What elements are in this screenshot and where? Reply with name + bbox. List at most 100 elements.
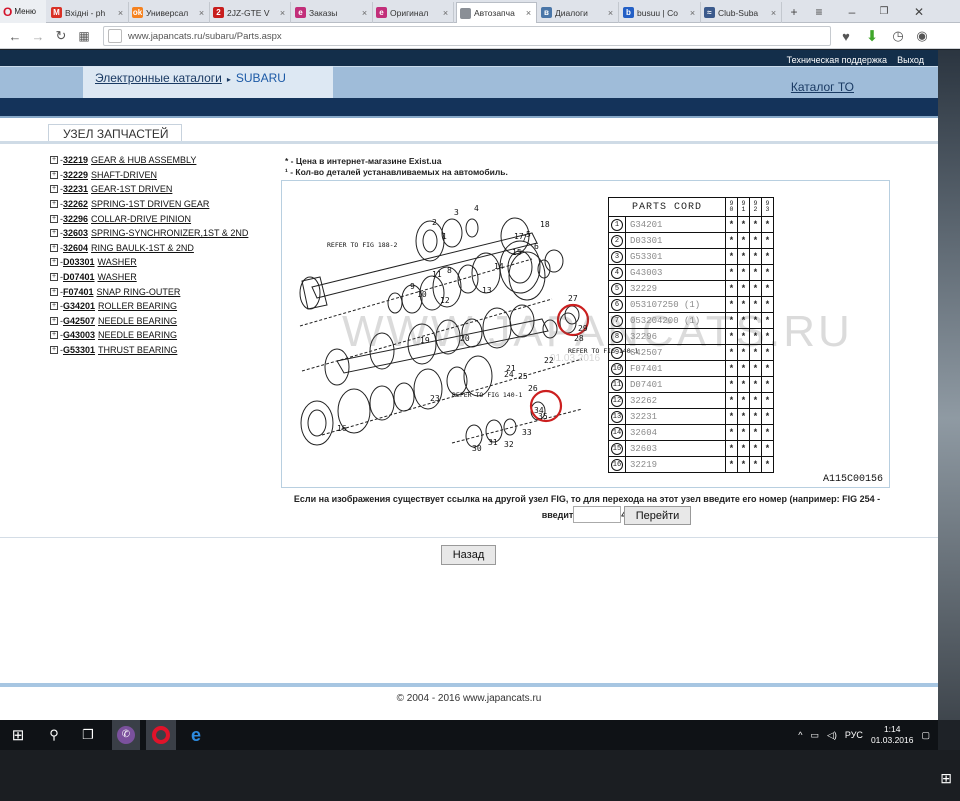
parts-tree-item[interactable]: + -32296 COLLAR-DRIVE PINION <box>50 211 280 226</box>
site-info-icon[interactable] <box>108 29 122 43</box>
close-window-icon[interactable]: ✕ <box>902 0 936 23</box>
parts-tree-item[interactable]: + -32604 RING BAULK-1ST & 2ND <box>50 241 280 256</box>
part-name-link[interactable]: THRUST BEARING <box>98 345 177 355</box>
viber-icon[interactable]: ✆ <box>112 720 140 750</box>
close-tab-icon[interactable]: × <box>524 8 533 18</box>
tab-menu-icon[interactable]: ≡ <box>808 0 830 23</box>
part-name-link[interactable]: SHAFT-DRIVEN <box>91 170 157 180</box>
parts-tree-item[interactable]: + -32262 SPRING-1ST DRIVEN GEAR <box>50 197 280 212</box>
language-indicator[interactable]: РУС <box>845 730 863 740</box>
part-name-link[interactable]: COLLAR-DRIVE PINION <box>91 214 191 224</box>
clock[interactable]: 1:14 01.03.2016 <box>871 724 914 746</box>
parts-tree-item[interactable]: + - D03301 WASHER <box>50 255 280 270</box>
tray-expand-icon[interactable]: ^ <box>798 730 802 740</box>
opera-menu-button[interactable]: O Меню <box>0 0 46 23</box>
account-icon[interactable]: ◉ <box>912 26 932 46</box>
part-code-link[interactable]: 32229 <box>63 170 88 180</box>
browser-tab[interactable]: e Оригинал × <box>373 2 454 23</box>
task-view-icon[interactable]: ❐ <box>74 720 102 750</box>
part-code-link[interactable]: 32262 <box>63 199 88 209</box>
part-code-link[interactable]: 32296 <box>63 214 88 224</box>
browser-tab[interactable]: M Вхідні - ph × <box>48 2 129 23</box>
part-name-link[interactable]: WASHER <box>98 257 137 267</box>
part-name-link[interactable]: NEEDLE BEARING <box>98 316 177 326</box>
part-name-link[interactable]: SPRING-SYNCHRONIZER,1ST & 2ND <box>91 228 248 238</box>
parts-tree-item[interactable]: + - G42507 NEEDLE BEARING <box>50 314 280 329</box>
expand-plus-icon[interactable]: + <box>50 185 58 194</box>
expand-plus-icon[interactable]: + <box>50 200 58 209</box>
parts-tree-item[interactable]: + - G43003 NEEDLE BEARING <box>50 328 280 343</box>
close-tab-icon[interactable]: × <box>606 8 615 18</box>
expand-plus-icon[interactable]: + <box>50 156 58 165</box>
expand-plus-icon[interactable]: + <box>50 258 58 267</box>
browser-tab[interactable]: ≈ Club-Suba × <box>701 2 782 23</box>
bookmark-heart-icon[interactable]: ♥ <box>836 26 856 46</box>
expand-plus-icon[interactable]: + <box>50 287 58 296</box>
close-tab-icon[interactable]: × <box>360 8 369 18</box>
part-name-link[interactable]: RING BAULK-1ST & 2ND <box>91 243 194 253</box>
volume-icon[interactable]: ◁) <box>827 730 837 741</box>
maintenance-catalog-link[interactable]: Каталог ТО <box>791 80 854 94</box>
restore-icon[interactable]: ❐ <box>870 0 898 23</box>
notifications-icon[interactable]: ▢ <box>921 730 930 741</box>
expand-plus-icon[interactable]: + <box>50 229 58 238</box>
history-icon[interactable]: ◷ <box>888 26 908 46</box>
part-name-link[interactable]: GEAR & HUB ASSEMBLY <box>91 155 196 165</box>
close-tab-icon[interactable]: × <box>769 8 778 18</box>
parts-tree-item[interactable]: + -32603 SPRING-SYNCHRONIZER,1ST & 2ND <box>50 226 280 241</box>
part-code-link[interactable]: G53301 <box>63 345 95 355</box>
parts-tree-item[interactable]: + - G34201 ROLLER BEARING <box>50 299 280 314</box>
browser-tab[interactable]: b busuu | Co × <box>620 2 701 23</box>
back-arrow-icon[interactable]: ← <box>5 26 25 46</box>
expand-plus-icon[interactable]: + <box>50 316 58 325</box>
network-icon[interactable]: ▭ <box>810 730 819 741</box>
breadcrumb-catalogs-link[interactable]: Электронные каталоги <box>95 71 222 85</box>
go-button[interactable]: Перейти <box>624 506 691 525</box>
close-tab-icon[interactable]: × <box>116 8 125 18</box>
part-code-link[interactable]: D03301 <box>63 257 95 267</box>
parts-diagram[interactable]: 3 4 1 2 5 6 7 8 9 10 11 12 13 14 15 16 17 18 19 20 21 22 23 24 2… <box>281 180 890 488</box>
back-button[interactable]: Назад <box>441 545 496 565</box>
part-code-link[interactable]: F07401 <box>63 287 94 297</box>
windows-start-icon[interactable]: ⊞ <box>4 720 32 750</box>
part-code-link[interactable]: 32603 <box>63 228 88 238</box>
part-name-link[interactable]: SPRING-1ST DRIVEN GEAR <box>91 199 209 209</box>
parts-tree-item[interactable]: + -32231 GEAR-1ST DRIVEN <box>50 182 280 197</box>
minimize-icon[interactable]: – <box>838 0 866 23</box>
part-code-link[interactable]: D07401 <box>63 272 95 282</box>
part-code-link[interactable]: G42507 <box>63 316 95 326</box>
browser-tab[interactable]: в Диалоги × <box>538 2 619 23</box>
support-link[interactable]: Техническая поддержка <box>787 55 887 65</box>
close-tab-icon[interactable]: × <box>688 8 697 18</box>
parts-tree-item[interactable]: + - F07401 SNAP RING-OUTER <box>50 284 280 299</box>
part-code-link[interactable]: 32219 <box>63 155 88 165</box>
search-icon[interactable]: ⚲ <box>40 720 68 750</box>
close-tab-icon[interactable]: × <box>197 8 206 18</box>
expand-plus-icon[interactable]: + <box>50 214 58 223</box>
reload-icon[interactable]: ↻ <box>51 26 71 46</box>
expand-plus-icon[interactable]: + <box>50 331 58 340</box>
expand-plus-icon[interactable]: + <box>50 346 58 355</box>
part-code-link[interactable]: 32231 <box>63 184 88 194</box>
fig-number-input[interactable] <box>573 506 621 523</box>
part-name-link[interactable]: NEEDLE BEARING <box>98 330 177 340</box>
part-name-link[interactable]: SNAP RING-OUTER <box>97 287 181 297</box>
expand-plus-icon[interactable]: + <box>50 302 58 311</box>
close-tab-icon[interactable]: × <box>441 8 450 18</box>
expand-plus-icon[interactable]: + <box>50 273 58 282</box>
parts-tree-item[interactable]: + -32219 GEAR & HUB ASSEMBLY <box>50 153 280 168</box>
browser-tab[interactable]: e Заказы × <box>292 2 373 23</box>
parts-tree-item[interactable]: + - G53301 THRUST BEARING <box>50 343 280 358</box>
part-code-link[interactable]: 32604 <box>63 243 88 253</box>
tab-parts-node[interactable]: УЗЕЛ ЗАПЧАСТЕЙ <box>48 124 182 142</box>
browser-tab[interactable]: ok Универсал × <box>129 2 210 23</box>
part-code-link[interactable]: G43003 <box>63 330 95 340</box>
forward-arrow-icon[interactable]: → <box>28 26 48 46</box>
browser-tab[interactable]: 2 2JZ-GTE V × <box>210 2 291 23</box>
address-field[interactable]: www.japancats.ru/subaru/Parts.aspx <box>103 26 831 46</box>
part-code-link[interactable]: G34201 <box>63 301 95 311</box>
close-tab-icon[interactable]: × <box>278 8 287 18</box>
part-name-link[interactable]: ROLLER BEARING <box>98 301 177 311</box>
download-arrow-icon[interactable]: ⬇ <box>862 26 882 46</box>
parts-tree-item[interactable]: + - D07401 WASHER <box>50 270 280 285</box>
